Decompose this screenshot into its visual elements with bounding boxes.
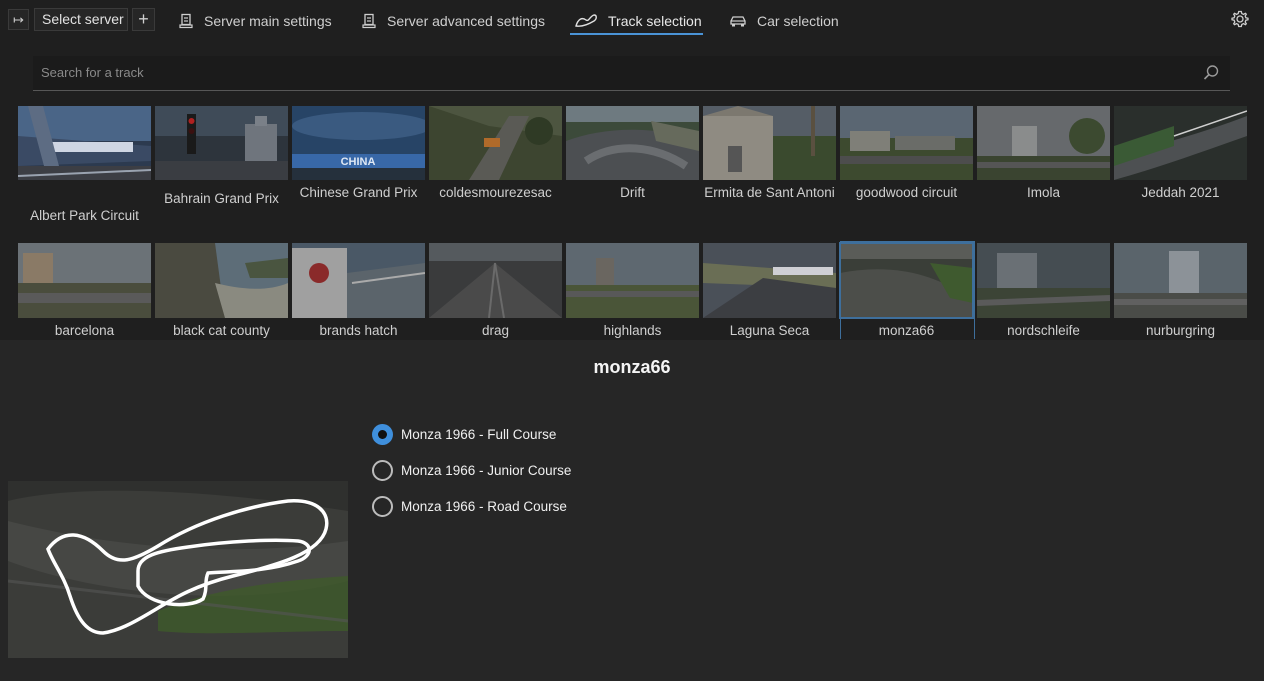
- tab-label: Server main settings: [204, 13, 332, 29]
- track-name: goodwood circuit: [855, 185, 958, 200]
- tab-label: Server advanced settings: [387, 13, 545, 29]
- layout-option-full-course[interactable]: Monza 1966 - Full Course: [372, 416, 571, 452]
- track-card[interactable]: CHINA Chinese Grand Prix: [292, 106, 425, 202]
- car-icon: [730, 16, 746, 27]
- track-card[interactable]: highlands: [566, 243, 699, 340]
- track-name: Albert Park Circuit: [30, 208, 139, 223]
- svg-text:CHINA: CHINA: [341, 156, 376, 168]
- radio-unselected-icon[interactable]: [372, 495, 393, 517]
- pin-icon[interactable]: ↦: [8, 9, 29, 30]
- track-icon: [575, 14, 597, 27]
- track-name: Ermita de Sant Antoni: [704, 185, 835, 200]
- track-card-selected[interactable]: monza66: [839, 241, 975, 340]
- track-thumbnail: [429, 106, 562, 180]
- track-name: brands hatch: [319, 323, 398, 338]
- search-input[interactable]: [33, 56, 1193, 89]
- track-thumbnail: [18, 106, 151, 180]
- track-card[interactable]: Jeddah 2021: [1114, 106, 1247, 202]
- track-thumbnail: [292, 243, 425, 318]
- track-name: black cat county: [173, 323, 270, 338]
- server-select-dropdown[interactable]: Select server: [34, 8, 128, 31]
- track-name: highlands: [603, 323, 662, 338]
- selection-frame: [840, 241, 975, 339]
- track-name: Laguna Seca: [729, 323, 810, 338]
- track-card[interactable]: nordschleife: [977, 243, 1110, 340]
- track-card[interactable]: barcelona: [18, 243, 151, 340]
- track-name: nordschleife: [1007, 323, 1080, 338]
- track-name: Imola: [1026, 185, 1060, 200]
- track-name: barcelona: [54, 323, 115, 338]
- tab-car-selection[interactable]: Car selection: [729, 8, 839, 34]
- track-thumbnail: [566, 106, 699, 180]
- track-name: coldesmourezesac: [439, 185, 552, 200]
- track-card[interactable]: coldesmourezesac: [429, 106, 562, 202]
- layout-option-junior-course[interactable]: Monza 1966 - Junior Course: [372, 452, 571, 488]
- track-detail-panel: monza66 Monza 1966 - Full Course Monza 1…: [0, 340, 1264, 681]
- track-card[interactable]: Albert Park Circuit: [18, 106, 151, 225]
- layout-label: Monza 1966 - Junior Course: [401, 462, 572, 478]
- server-icon: [179, 13, 193, 29]
- gear-icon[interactable]: [1230, 9, 1250, 29]
- track-name: nurburgring: [1145, 323, 1216, 338]
- track-card[interactable]: goodwood circuit: [840, 106, 973, 202]
- track-card[interactable]: drag: [429, 243, 562, 340]
- selected-track-title: monza66: [593, 357, 671, 377]
- track-card[interactable]: Drift: [566, 106, 699, 202]
- track-card[interactable]: nurburgring: [1114, 243, 1247, 340]
- top-toolbar: ↦ Select server + Server main settings S…: [0, 0, 1264, 38]
- tab-server-advanced-settings[interactable]: Server advanced settings: [361, 8, 545, 34]
- search-icon[interactable]: [1202, 64, 1220, 82]
- layout-label: Monza 1966 - Full Course: [401, 426, 557, 442]
- track-thumbnail: [977, 243, 1110, 318]
- track-card[interactable]: brands hatch: [292, 243, 425, 340]
- track-thumbnail: [977, 106, 1110, 180]
- tab-label: Car selection: [757, 13, 839, 29]
- track-thumbnail: [1114, 106, 1247, 180]
- track-name: Bahrain Grand Prix: [164, 191, 279, 206]
- track-name: Chinese Grand Prix: [299, 185, 418, 200]
- track-card[interactable]: Imola: [977, 106, 1110, 202]
- layout-option-road-course[interactable]: Monza 1966 - Road Course: [372, 488, 571, 524]
- radio-unselected-icon[interactable]: [372, 459, 393, 481]
- track-thumbnail: [155, 243, 288, 318]
- track-thumbnail: [155, 106, 288, 180]
- active-tab-indicator: [570, 33, 703, 35]
- track-name: drag: [481, 323, 510, 338]
- track-thumbnail: [429, 243, 562, 318]
- radio-selected-icon[interactable]: [372, 423, 393, 445]
- track-card[interactable]: Laguna Seca: [703, 243, 836, 340]
- track-search-box: [33, 56, 1230, 91]
- track-thumbnail: [1114, 243, 1247, 318]
- layout-label: Monza 1966 - Road Course: [401, 498, 567, 514]
- layout-radio-group: Monza 1966 - Full Course Monza 1966 - Ju…: [372, 416, 571, 524]
- server-icon: [362, 13, 376, 29]
- track-thumbnail: [566, 243, 699, 318]
- add-server-button[interactable]: +: [132, 8, 155, 31]
- track-thumbnail: [703, 106, 836, 180]
- track-card[interactable]: Bahrain Grand Prix: [155, 106, 288, 208]
- track-thumbnail: [18, 243, 151, 318]
- track-row: Albert Park Circuit Bahrain Grand Prix C…: [18, 106, 1248, 236]
- track-name: Drift: [620, 185, 645, 200]
- tab-label: Track selection: [608, 13, 702, 29]
- track-card[interactable]: Ermita de Sant Antoni: [703, 106, 836, 202]
- tab-server-main-settings[interactable]: Server main settings: [178, 8, 332, 34]
- track-map-preview: [8, 481, 348, 658]
- track-name: Jeddah 2021: [1141, 185, 1220, 200]
- track-thumbnail: [840, 106, 973, 180]
- track-thumbnail: [703, 243, 836, 318]
- track-card[interactable]: black cat county: [155, 243, 288, 340]
- track-thumbnail: CHINA: [292, 106, 425, 180]
- tab-track-selection[interactable]: Track selection: [574, 8, 702, 34]
